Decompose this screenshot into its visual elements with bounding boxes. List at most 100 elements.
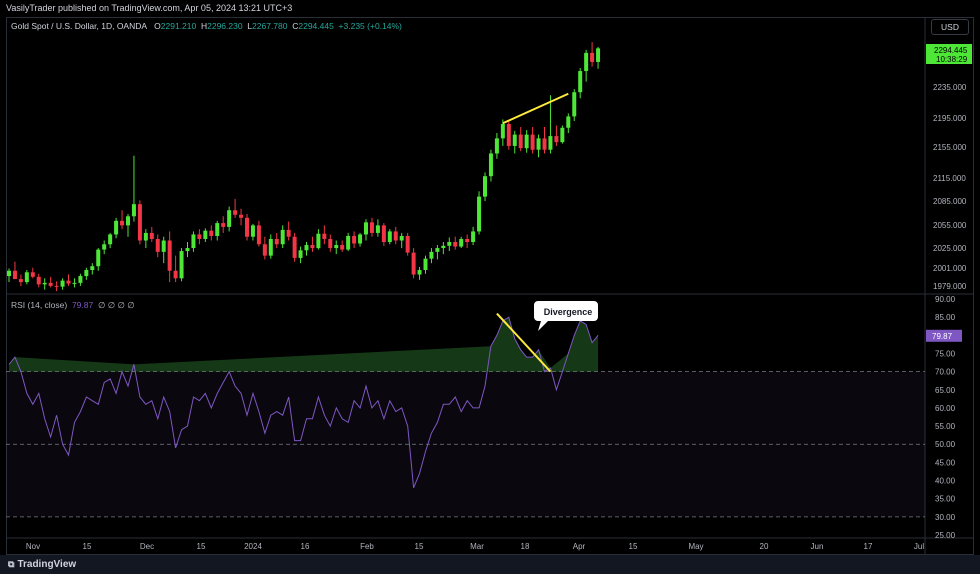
candle[interactable] (239, 214, 244, 218)
candle[interactable] (149, 232, 154, 239)
candle[interactable] (411, 252, 416, 275)
candle[interactable] (447, 242, 452, 246)
candle[interactable] (24, 272, 29, 283)
candle[interactable] (72, 282, 77, 284)
candle[interactable] (245, 217, 249, 237)
candle[interactable] (500, 123, 505, 139)
candle[interactable] (173, 270, 178, 279)
candle[interactable] (471, 231, 476, 243)
price-trendline[interactable] (502, 92, 569, 125)
candle[interactable] (268, 238, 273, 256)
candle[interactable] (322, 233, 327, 239)
candle[interactable] (560, 127, 565, 143)
candle[interactable] (36, 276, 41, 285)
candle[interactable] (530, 134, 535, 150)
candle[interactable] (518, 134, 523, 149)
candle[interactable] (465, 238, 470, 243)
candle[interactable] (441, 245, 446, 249)
candle[interactable] (524, 134, 529, 149)
candle[interactable] (566, 116, 571, 128)
candle[interactable] (381, 225, 386, 243)
candle[interactable] (346, 235, 351, 250)
candle[interactable] (78, 276, 83, 283)
candle[interactable] (126, 216, 130, 226)
rsi-legend[interactable]: RSI (14, close) 79.87 ∅ ∅ ∅ ∅ (11, 300, 135, 311)
candle[interactable] (203, 230, 208, 239)
candle[interactable] (12, 270, 17, 280)
candle[interactable] (387, 231, 392, 243)
candle[interactable] (393, 231, 398, 241)
candle[interactable] (48, 282, 53, 286)
candle[interactable] (512, 134, 517, 146)
candle[interactable] (90, 266, 95, 270)
candle[interactable] (494, 138, 499, 154)
symbol-legend[interactable]: Gold Spot / U.S. Dollar, 1D, OANDA O2291… (11, 21, 402, 31)
candle[interactable] (405, 235, 410, 253)
candle[interactable] (185, 248, 190, 252)
candle[interactable] (60, 280, 65, 287)
candle[interactable] (143, 232, 148, 241)
candle[interactable] (298, 250, 303, 258)
candle[interactable] (161, 240, 166, 252)
candle[interactable] (209, 230, 214, 236)
candle[interactable] (280, 229, 285, 245)
candle[interactable] (191, 234, 196, 249)
candle[interactable] (417, 270, 422, 275)
candle[interactable] (304, 245, 309, 251)
candle[interactable] (131, 204, 136, 217)
candle[interactable] (316, 233, 321, 249)
candle[interactable] (137, 204, 142, 241)
candle[interactable] (262, 244, 267, 256)
candle[interactable] (256, 225, 261, 245)
candle[interactable] (483, 176, 487, 197)
candle[interactable] (179, 251, 184, 279)
chart-canvas[interactable]: Divergence2275.0002235.0002195.0002155.0… (0, 0, 980, 574)
candle[interactable] (250, 225, 255, 237)
candle[interactable] (584, 52, 589, 72)
candle[interactable] (435, 248, 440, 252)
candle[interactable] (334, 245, 339, 249)
candle[interactable] (364, 222, 368, 235)
candle[interactable] (66, 280, 71, 284)
candle[interactable] (578, 71, 583, 93)
candle[interactable] (459, 238, 464, 247)
candle[interactable] (233, 210, 238, 215)
candle[interactable] (54, 285, 59, 287)
candle[interactable] (102, 244, 107, 250)
candle[interactable] (506, 123, 511, 146)
candle[interactable] (340, 245, 345, 250)
candle[interactable] (155, 238, 160, 252)
candle[interactable] (221, 223, 226, 227)
candle[interactable] (423, 258, 428, 270)
candle[interactable] (96, 249, 101, 267)
candle[interactable] (167, 240, 172, 271)
candle[interactable] (399, 235, 404, 241)
candle[interactable] (84, 270, 89, 277)
candle[interactable] (328, 238, 333, 249)
candle[interactable] (292, 236, 297, 258)
candle[interactable] (114, 220, 119, 235)
candle[interactable] (488, 153, 493, 177)
candle[interactable] (542, 138, 547, 150)
tradingview-logo[interactable]: ⧉ TradingView (8, 559, 76, 570)
candle[interactable] (7, 270, 11, 277)
candle[interactable] (227, 210, 232, 227)
candle[interactable] (310, 245, 315, 249)
candle[interactable] (108, 234, 113, 245)
candle[interactable] (375, 225, 380, 233)
candle[interactable] (197, 234, 202, 239)
candle[interactable] (369, 222, 374, 233)
candle[interactable] (352, 235, 357, 244)
candle[interactable] (548, 136, 553, 150)
candle[interactable] (42, 282, 47, 285)
candle[interactable] (572, 92, 577, 117)
candle[interactable] (477, 196, 482, 232)
candle[interactable] (18, 279, 23, 283)
candle[interactable] (215, 223, 220, 236)
candle[interactable] (120, 220, 125, 226)
candle[interactable] (30, 272, 35, 277)
candle[interactable] (554, 136, 559, 143)
candle[interactable] (596, 48, 601, 62)
candle[interactable] (429, 251, 434, 259)
candle[interactable] (536, 138, 541, 150)
